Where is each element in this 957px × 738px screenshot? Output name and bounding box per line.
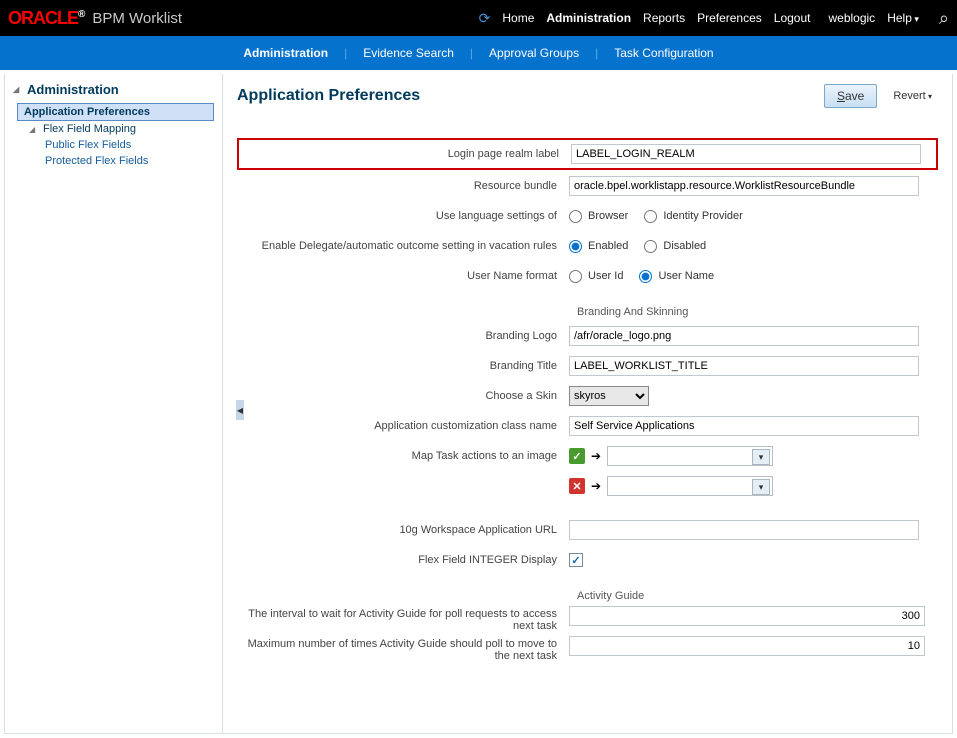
lang-settings-label: Use language settings of (237, 210, 563, 222)
lang-idp-radio[interactable] (644, 210, 657, 223)
sidebar-item-app-preferences[interactable]: Application Preferences (17, 103, 214, 121)
username-userid-radio[interactable] (569, 270, 582, 283)
subnav-evidence-search[interactable]: Evidence Search (347, 36, 470, 70)
tenq-url-label: 10g Workspace Application URL (237, 524, 563, 536)
subnav-approval-groups[interactable]: Approval Groups (473, 36, 595, 70)
map-task-label: Map Task actions to an image (237, 450, 563, 462)
nav-home[interactable]: Home (502, 11, 534, 25)
branding-logo-input[interactable] (569, 326, 919, 346)
map-task-reject-icon[interactable]: ✕ (569, 478, 585, 494)
username-username-radio[interactable] (639, 270, 652, 283)
resource-bundle-input[interactable] (569, 176, 919, 196)
expand-icon[interactable]: ◢ (29, 125, 39, 134)
search-icon[interactable]: ⌕ (939, 8, 949, 29)
sidebar-item-protected-flex-fields[interactable]: Protected Flex Fields (17, 153, 222, 169)
skin-select[interactable]: skyros (569, 386, 649, 406)
sidebar-item-public-flex-fields[interactable]: Public Flex Fields (17, 137, 222, 153)
ag-interval-input[interactable] (569, 606, 925, 626)
branding-section-header: Branding And Skinning (237, 306, 938, 318)
nav-help[interactable]: Help (887, 11, 919, 25)
nav-administration[interactable]: Administration (546, 11, 631, 25)
content-panel: Application Preferences Save Revert Logi… (223, 74, 952, 733)
custom-class-label: Application customization class name (237, 420, 563, 432)
custom-class-input[interactable] (569, 416, 919, 436)
nav-logout[interactable]: Logout (774, 11, 811, 25)
top-header: ORACLE® BPM Worklist ⟳ Home Administrati… (0, 0, 957, 36)
branding-logo-label: Branding Logo (237, 330, 563, 342)
delegate-disabled-radio[interactable] (644, 240, 657, 253)
login-realm-highlight: Login page realm label (237, 138, 938, 170)
sidebar-header: ◢ Administration (5, 78, 222, 101)
sidebar-title: Administration (27, 82, 119, 97)
tenq-url-input[interactable] (569, 520, 919, 540)
username-format-label: User Name format (237, 270, 563, 282)
revert-button[interactable]: Revert (887, 86, 938, 106)
lang-idp-label: Identity Provider (663, 210, 742, 222)
sidebar-collapse-handle[interactable]: ◀ (236, 400, 244, 420)
page-title: Application Preferences (237, 87, 824, 105)
map-task-approve-icon[interactable]: ✓ (569, 448, 585, 464)
sidebar-item-flex-field-mapping[interactable]: ◢ Flex Field Mapping (17, 121, 222, 137)
login-realm-input[interactable] (571, 144, 921, 164)
delegate-enabled-label: Enabled (588, 240, 628, 252)
activity-guide-section-header: Activity Guide (237, 590, 938, 602)
map-task-approve-select[interactable] (607, 446, 773, 466)
ag-interval-label: The interval to wait for Activity Guide … (237, 606, 563, 632)
nav-reports[interactable]: Reports (643, 11, 685, 25)
nav-user: weblogic (828, 11, 875, 25)
lang-browser-radio[interactable] (569, 210, 582, 223)
top-nav: Home Administration Reports Preferences … (502, 8, 949, 29)
sub-nav: Administration | Evidence Search | Appro… (0, 36, 957, 70)
flex-int-label: Flex Field INTEGER Display (237, 554, 563, 566)
branding-title-label: Branding Title (237, 360, 563, 372)
lang-browser-label: Browser (588, 210, 628, 222)
subnav-task-configuration[interactable]: Task Configuration (598, 36, 729, 70)
subnav-administration[interactable]: Administration (227, 36, 344, 70)
nav-preferences[interactable]: Preferences (697, 11, 762, 25)
delegate-enabled-radio[interactable] (569, 240, 582, 253)
login-realm-label: Login page realm label (239, 148, 565, 160)
resource-bundle-label: Resource bundle (237, 180, 563, 192)
username-username-label: User Name (658, 270, 714, 282)
branding-title-input[interactable] (569, 356, 919, 376)
save-button[interactable]: Save (824, 84, 877, 108)
oracle-logo: ORACLE® (8, 8, 84, 29)
arrow-right-icon: ➔ (591, 479, 601, 493)
map-task-reject-select[interactable] (607, 476, 773, 496)
delegate-label: Enable Delegate/automatic outcome settin… (237, 240, 563, 252)
collapse-tree-icon[interactable]: ◢ (13, 85, 23, 94)
ag-max-input[interactable] (569, 636, 925, 656)
delegate-disabled-label: Disabled (663, 240, 706, 252)
skin-label: Choose a Skin (237, 390, 563, 402)
flex-int-checkbox[interactable]: ✓ (569, 553, 583, 567)
app-title: BPM Worklist (92, 10, 182, 27)
arrow-right-icon: ➔ (591, 449, 601, 463)
sidebar: ◢ Administration Application Preferences… (5, 74, 223, 733)
username-userid-label: User Id (588, 270, 623, 282)
refresh-icon[interactable]: ⟳ (479, 10, 491, 27)
ag-max-label: Maximum number of times Activity Guide s… (237, 636, 563, 662)
